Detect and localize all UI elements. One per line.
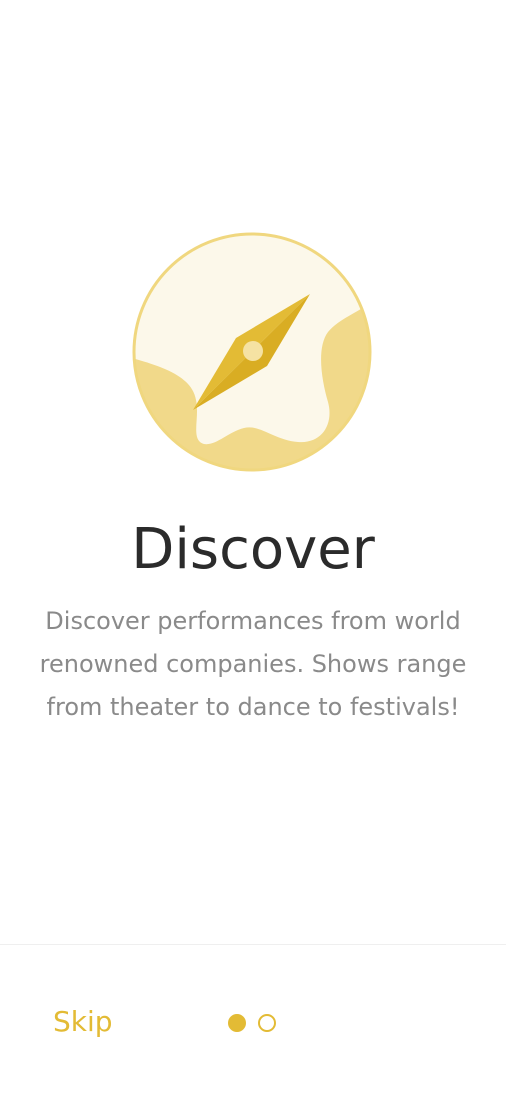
compass-icon (132, 232, 372, 472)
page-dot-active[interactable] (228, 1014, 246, 1032)
skip-button[interactable]: Skip (53, 1003, 113, 1041)
page-title: Discover (131, 517, 375, 582)
page-dot-inactive[interactable] (258, 1014, 276, 1032)
onboarding-footer: Skip (0, 944, 506, 1098)
description-text: Discover performances from world renowne… (39, 607, 467, 721)
page-indicator (228, 1014, 276, 1032)
onboarding-screen: Discover Discover performances from worl… (0, 0, 506, 1098)
